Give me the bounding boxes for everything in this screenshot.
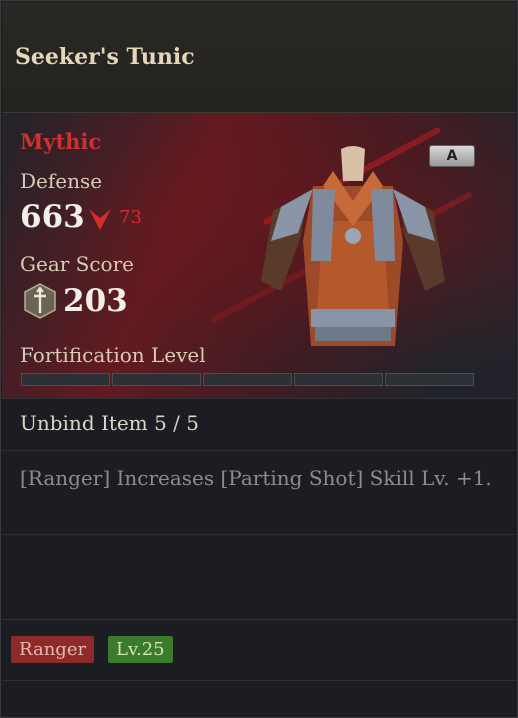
fortification-label: Fortification Level xyxy=(20,343,206,367)
gear-score-value: 203 xyxy=(63,283,128,319)
divider xyxy=(2,398,516,399)
defense-label: Defense xyxy=(20,169,103,193)
fortification-slot xyxy=(112,373,201,386)
item-name: Seeker's Tunic xyxy=(15,44,195,70)
divider xyxy=(2,450,516,451)
class-tag: Ranger xyxy=(11,636,95,663)
unbind-status: Unbind Item 5 / 5 xyxy=(20,411,199,435)
fortification-slot xyxy=(294,373,383,386)
item-effect-description: [Ranger] Increases [Parting Shot] Skill … xyxy=(20,466,492,490)
tooltip-header: Seeker's Tunic xyxy=(2,2,516,113)
item-tooltip: Seeker's Tunic A Mythic Defense 663 73 G… xyxy=(0,0,518,718)
gear-score-icon xyxy=(24,283,56,319)
fortification-slot xyxy=(21,373,110,386)
level-tag: Lv.25 xyxy=(108,636,173,663)
tunic-image xyxy=(261,146,445,346)
gear-score-label: Gear Score xyxy=(20,252,134,276)
divider xyxy=(2,680,516,681)
fortification-slot xyxy=(385,373,474,386)
defense-diff: 73 xyxy=(119,207,142,228)
fortification-slot xyxy=(203,373,292,386)
divider xyxy=(2,619,516,620)
grade-badge: A xyxy=(429,145,475,167)
defense-value: 663 xyxy=(20,199,85,235)
divider xyxy=(2,534,516,535)
down-arrow-icon xyxy=(89,209,111,230)
rarity-label: Mythic xyxy=(20,129,102,154)
